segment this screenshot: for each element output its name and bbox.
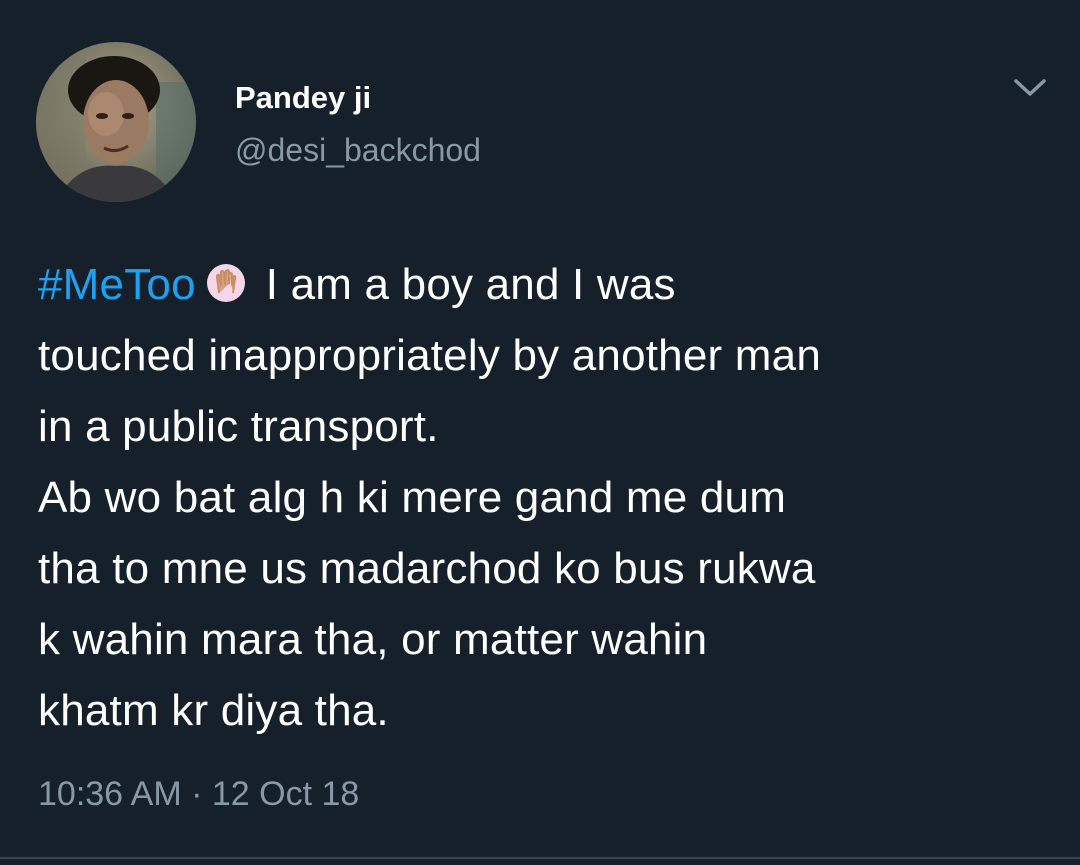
tweet-time: 10:36 AM — [38, 775, 182, 813]
tweet-line: touched inappropriately by another man — [38, 331, 821, 380]
chevron-down-icon[interactable] — [1010, 72, 1050, 102]
divider — [0, 857, 1080, 859]
user-handle[interactable]: @desi_backchod — [235, 131, 481, 169]
avatar[interactable] — [36, 42, 196, 202]
display-name[interactable]: Pandey ji — [235, 80, 371, 116]
tweet-date: 12 Oct 18 — [211, 775, 360, 813]
tweet-line: #MeToo I am a boy and I was — [38, 249, 1058, 320]
tweet-timestamp[interactable]: 10:36 AM · 12 Oct 18 — [38, 772, 359, 816]
raised-hands-emoji-icon — [206, 253, 246, 302]
tweet-line: k wahin mara tha, or matter wahin — [38, 615, 708, 664]
tweet-line: in a public transport. — [38, 402, 439, 451]
tweet-line: Ab wo bat alg h ki mere gand me dum — [38, 473, 787, 522]
tweet-line-text: I am a boy and I was — [265, 260, 676, 309]
tweet-text: #MeToo I am a boy and I was touched inapp… — [38, 249, 1058, 746]
avatar-photo — [36, 42, 196, 202]
hashtag-link[interactable]: #MeToo — [38, 260, 196, 309]
timestamp-separator: · — [191, 775, 203, 813]
tweet-line: khatm kr diya tha. — [38, 686, 389, 735]
tweet-card: Pandey ji @desi_backchod #MeToo I am a bo… — [0, 0, 1080, 865]
tweet-line: tha to mne us madarchod ko bus rukwa — [38, 544, 816, 593]
